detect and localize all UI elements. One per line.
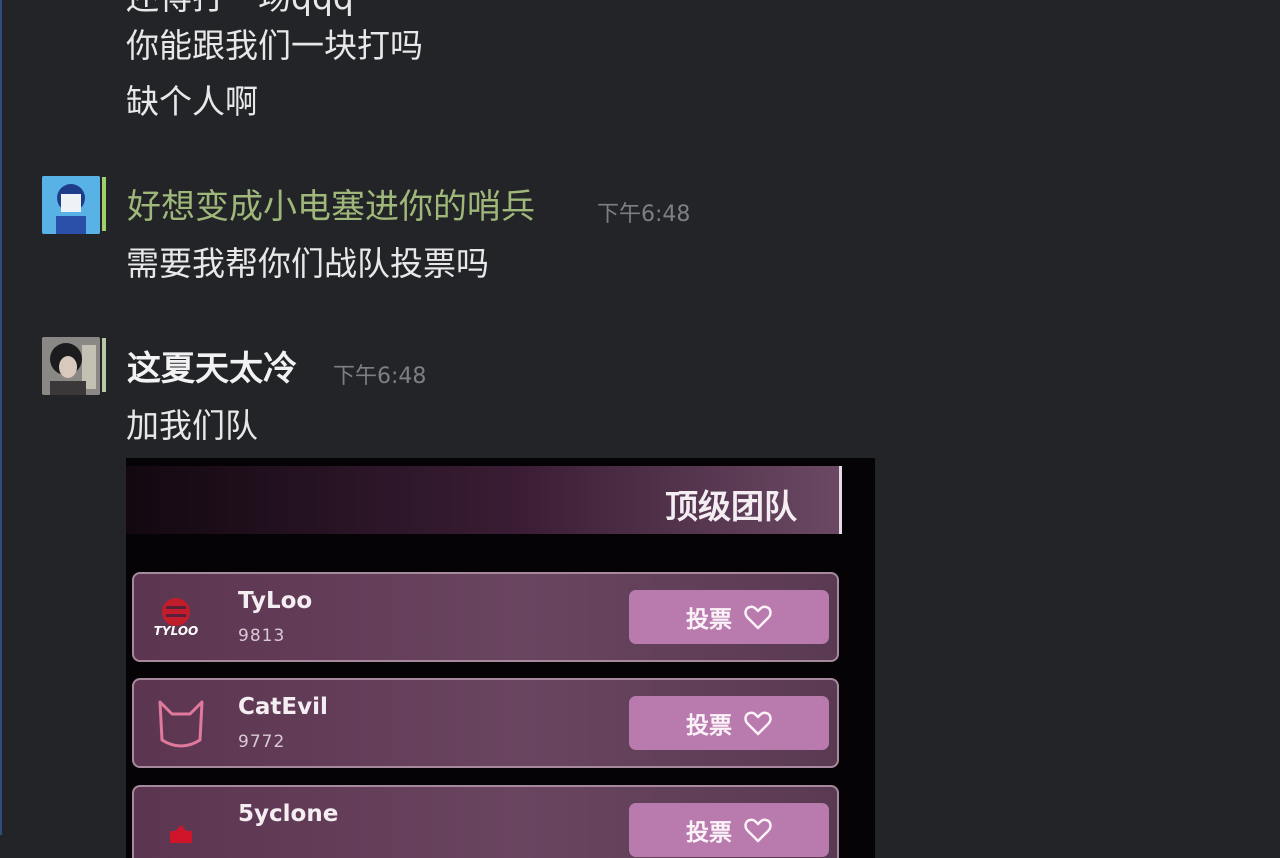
team-name: TyLoo [238,588,313,614]
username[interactable]: 好想变成小电塞进你的哨兵 [127,186,535,228]
team-card: CatEvil 9772 投票 [132,678,839,768]
vote-button[interactable]: 投票 [629,803,829,857]
message-text: 缺个人啊 [126,82,258,121]
team-name: CatEvil [238,694,328,720]
vote-button[interactable]: 投票 [629,696,829,750]
vote-label: 投票 [686,713,732,739]
cat-logo-icon [152,696,210,754]
message-text: 需要我帮你们战队投票吗 [126,244,489,283]
message-text: 加我们队 [126,406,258,445]
timestamp: 下午6:48 [597,202,691,227]
team-votes: 9813 [238,626,286,646]
embed-header: 顶级团队 [126,466,842,534]
embedded-image[interactable]: 顶级团队 TYLOO TyLoo 9813 投票 CatEvil 9772 投票… [126,458,875,858]
team-card: 5yclone 投票 [132,785,839,858]
window-left-edge [0,0,2,835]
vote-button[interactable]: 投票 [629,590,829,644]
team-logo-icon: TYLOO [152,590,210,648]
team-logo-icon [152,803,210,858]
avatar[interactable] [42,176,100,234]
vote-label: 投票 [686,820,732,846]
vote-label: 投票 [686,607,732,633]
embed-title: 顶级团队 [665,487,797,526]
message-text: 你能跟我们一块打吗 [126,26,423,65]
role-color-bar [102,338,106,392]
heart-icon [744,818,772,843]
team-logo-text: TYLOO [154,624,199,638]
team-name: 5yclone [238,801,339,827]
timestamp: 下午6:48 [333,364,427,389]
username[interactable]: 这夏天太冷 [127,348,297,390]
role-color-bar [102,177,106,231]
avatar[interactable] [42,337,100,395]
heart-icon [744,711,772,736]
heart-icon [744,605,772,630]
team-votes: 9772 [238,732,286,752]
team-card: TYLOO TyLoo 9813 投票 [132,572,839,662]
message-text: 还得打一场qqq [126,0,354,18]
